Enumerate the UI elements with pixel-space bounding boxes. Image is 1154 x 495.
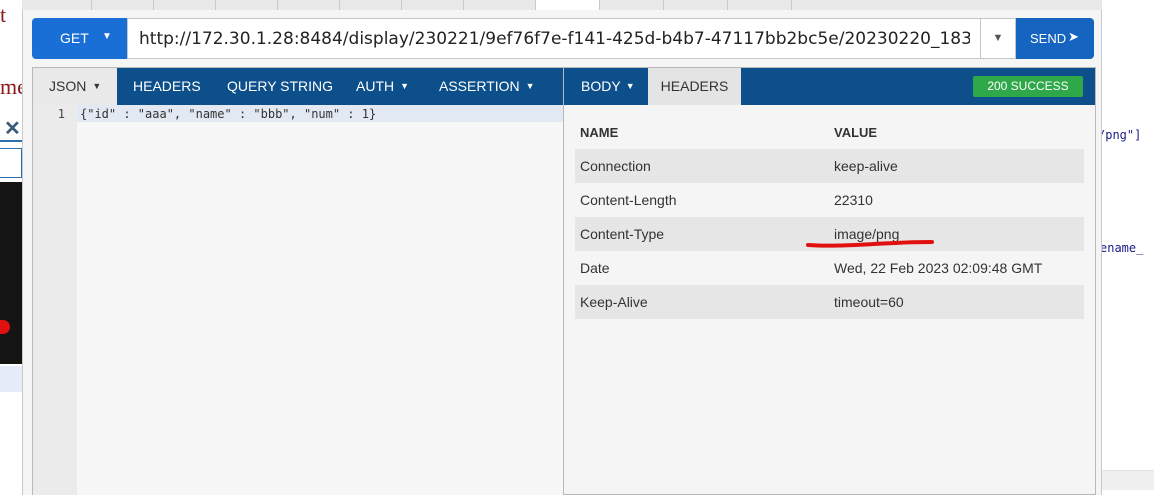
line-number: 1	[57, 107, 65, 121]
tab-auth[interactable]: AUTH ▼	[356, 68, 409, 105]
background-text-fragment: t	[0, 2, 7, 27]
header-name-cell: Content-Length	[575, 183, 834, 217]
tab-response-headers[interactable]: HEADERS	[648, 68, 741, 105]
header-name-cell: Keep-Alive	[575, 285, 834, 319]
caret-down-icon: ▼	[92, 81, 102, 91]
send-button[interactable]: SEND ➤	[1016, 18, 1094, 59]
header-name-cell: Connection	[575, 149, 834, 183]
method-label: GET	[60, 30, 89, 46]
response-tab-bar: BODY ▼ HEADERS 200 SUCCESS	[564, 68, 1095, 105]
tab-assertion[interactable]: ASSERTION ▼	[439, 68, 535, 105]
tab-json[interactable]: JSON ▼	[33, 68, 117, 105]
request-url-bar: GET ▼ ▼ SEND ➤	[32, 18, 1094, 59]
caret-down-icon: ▼	[525, 81, 535, 91]
caret-down-icon: ▼	[625, 81, 635, 91]
table-row: Connection keep-alive	[575, 149, 1084, 183]
editor-code-line[interactable]: {"id" : "aaa", "name" : "bbb", "num" : 1…	[80, 107, 376, 121]
request-pane: JSON ▼ HEADERS QUERY STRING AUTH ▼ ASSERTI…	[32, 67, 564, 495]
tab-label: HEADERS	[660, 78, 729, 94]
table-row: Date Wed, 22 Feb 2023 02:09:48 GMT	[575, 251, 1084, 285]
table-row: Keep-Alive timeout=60	[575, 285, 1084, 319]
url-input[interactable]	[128, 19, 980, 58]
header-value-cell: timeout=60	[834, 285, 1084, 319]
response-headers-table: NAME VALUE Connection keep-alive Content…	[575, 115, 1084, 319]
annotation-underline	[806, 240, 934, 248]
table-header-row: NAME VALUE	[575, 115, 1084, 149]
screenshot-root: t me ✕ /png"] ename_ GET ▼ http://172.30…	[0, 0, 1154, 495]
header-name-cell: Content-Type	[575, 217, 834, 251]
background-dark-panel	[0, 182, 22, 364]
tab-label: QUERY STRING	[227, 78, 334, 94]
column-header-value: VALUE	[834, 124, 878, 140]
header-value-cell: Wed, 22 Feb 2023 02:09:48 GMT	[834, 251, 1084, 285]
tab-label: JSON	[49, 78, 87, 94]
url-history-dropdown[interactable]: ▼	[980, 18, 1016, 59]
caret-down-icon: ▼	[400, 81, 410, 91]
send-arrow-icon: ➤	[1068, 29, 1079, 44]
tab-query-string[interactable]: QUERY STRING	[227, 68, 333, 105]
background-scrollbar[interactable]	[1102, 470, 1154, 490]
caret-down-icon: ▼	[102, 31, 112, 42]
status-badge: 200 SUCCESS	[973, 76, 1083, 97]
header-value-cell: 22310	[834, 183, 1084, 217]
tab-label: ASSERTION	[439, 78, 520, 94]
tab-label: HEADERS	[133, 78, 201, 94]
background-app-right: /png"] ename_	[1096, 0, 1154, 495]
caret-down-icon: ▼	[992, 32, 1004, 44]
method-dropdown[interactable]: GET ▼	[32, 18, 127, 59]
background-selection-strip	[0, 366, 22, 392]
background-input	[0, 148, 22, 178]
header-name-cell: Date	[575, 251, 834, 285]
rest-client-window: GET ▼ ▼ SEND ➤ JSON ▼ HEADERS	[22, 10, 1102, 495]
response-pane: BODY ▼ HEADERS 200 SUCCESS NAME VALUE Con…	[563, 67, 1096, 495]
request-tab-bar: JSON ▼ HEADERS QUERY STRING AUTH ▼ ASSERTI…	[33, 68, 563, 105]
json-body-editor[interactable]: 1 {"id" : "aaa", "name" : "bbb", "num" :…	[33, 105, 563, 495]
background-code-fragment: ename_	[1100, 241, 1144, 255]
header-value-cell: keep-alive	[834, 149, 1084, 183]
column-header-name: NAME	[580, 124, 619, 140]
background-code-fragment: /png"]	[1098, 128, 1142, 142]
tab-label: AUTH	[356, 78, 395, 94]
table-row: Content-Length 22310	[575, 183, 1084, 217]
editor-gutter: 1	[33, 105, 77, 495]
tab-headers[interactable]: HEADERS	[133, 68, 201, 105]
url-field[interactable]	[127, 18, 980, 59]
send-label: SEND	[1030, 31, 1067, 46]
tab-label: BODY	[581, 78, 621, 94]
tab-body[interactable]: BODY ▼	[581, 68, 635, 105]
